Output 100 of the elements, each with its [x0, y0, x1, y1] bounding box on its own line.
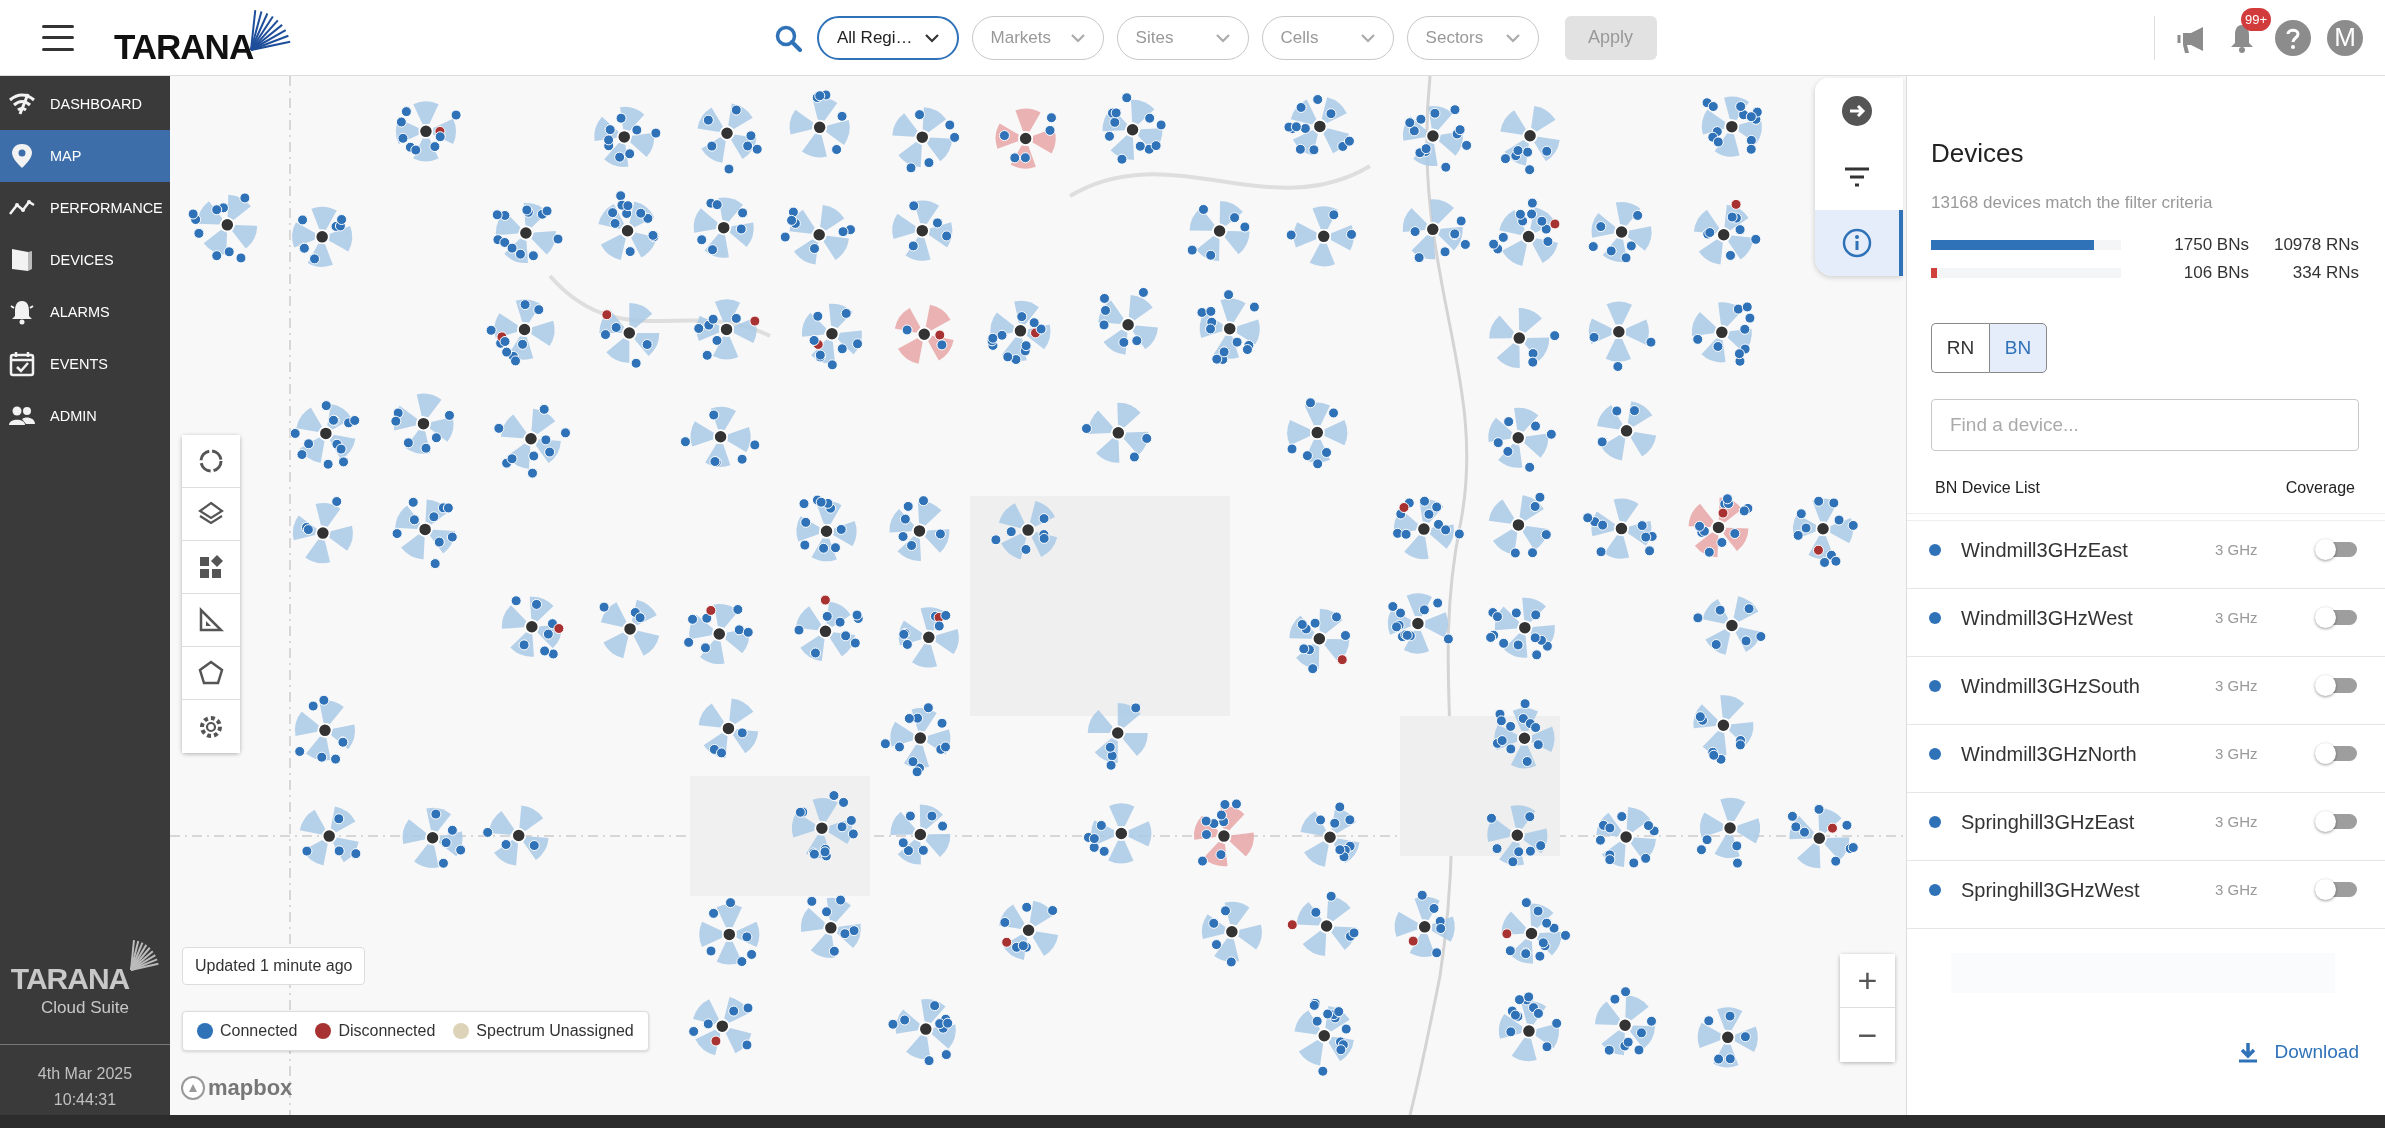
site-cluster[interactable]: [995, 108, 1057, 169]
panel-tab[interactable]: [1815, 210, 1903, 276]
site-cluster[interactable]: [1285, 206, 1357, 267]
site-cluster[interactable]: [1102, 92, 1167, 165]
circle-dashed-tool[interactable]: [182, 435, 240, 488]
site-cluster[interactable]: [1701, 96, 1763, 157]
site-cluster[interactable]: [1500, 106, 1560, 176]
site-cluster[interactable]: [599, 303, 660, 369]
device-name[interactable]: Windmill3GHzWest: [1961, 607, 2201, 630]
site-cluster[interactable]: [1488, 491, 1552, 559]
sidebar-item[interactable]: ADMIN: [0, 390, 170, 442]
coverage-toggle[interactable]: [2315, 879, 2357, 901]
site-cluster[interactable]: [1688, 493, 1754, 558]
site-cluster[interactable]: [1595, 986, 1657, 1056]
site-cluster[interactable]: [1488, 407, 1557, 473]
site-cluster[interactable]: [693, 197, 754, 258]
sidebar-item[interactable]: MAP: [0, 130, 170, 182]
site-cluster[interactable]: [693, 299, 761, 361]
sidebar-item[interactable]: DASHBOARD: [0, 78, 170, 130]
site-cluster[interactable]: [1387, 593, 1454, 654]
site-cluster[interactable]: [892, 107, 961, 174]
site-cluster[interactable]: [1193, 798, 1254, 867]
site-cluster[interactable]: [1587, 202, 1652, 264]
site-cluster[interactable]: [1286, 397, 1348, 470]
site-cluster[interactable]: [1697, 1007, 1758, 1068]
pentagon-tool[interactable]: [182, 647, 240, 700]
site-cluster[interactable]: [1485, 597, 1555, 661]
site-cluster[interactable]: [699, 897, 760, 968]
site-cluster[interactable]: [789, 89, 850, 158]
site-cluster[interactable]: [796, 494, 857, 562]
site-cluster[interactable]: [898, 607, 959, 668]
site-cluster[interactable]: [892, 200, 953, 261]
sidebar-item[interactable]: PERFORMANCE: [0, 182, 170, 234]
site-cluster[interactable]: [598, 190, 660, 261]
panel-tab[interactable]: [1815, 78, 1903, 144]
zoom-out-button[interactable]: −: [1840, 1008, 1895, 1062]
site-cluster[interactable]: [294, 694, 355, 765]
site-cluster[interactable]: [1582, 498, 1658, 559]
site-cluster[interactable]: [1691, 301, 1756, 367]
site-cluster[interactable]: [485, 299, 555, 367]
site-cluster[interactable]: [1594, 807, 1660, 869]
sidebar-item[interactable]: DEVICES: [0, 234, 170, 286]
site-cluster[interactable]: [683, 604, 754, 664]
site-cluster[interactable]: [1786, 803, 1859, 869]
site-cluster[interactable]: [1083, 803, 1152, 864]
site-cluster[interactable]: [1392, 495, 1465, 560]
site-cluster[interactable]: [395, 101, 462, 162]
site-cluster[interactable]: [1283, 94, 1355, 156]
coverage-toggle[interactable]: [2315, 743, 2357, 765]
site-cluster[interactable]: [894, 304, 954, 364]
menu-button[interactable]: [42, 24, 74, 51]
site-cluster[interactable]: [698, 698, 759, 759]
site-cluster[interactable]: [890, 804, 951, 865]
site-cluster[interactable]: [1486, 805, 1548, 868]
sidebar-item[interactable]: ALARMS: [0, 286, 170, 338]
download-button[interactable]: Download: [2236, 1041, 2359, 1063]
sidebar-item[interactable]: EVENTS: [0, 338, 170, 390]
site-cluster[interactable]: [986, 300, 1051, 366]
site-cluster[interactable]: [292, 206, 353, 267]
layers-tool[interactable]: [182, 488, 240, 541]
site-cluster[interactable]: [1081, 402, 1153, 463]
site-cluster[interactable]: [1286, 890, 1360, 956]
device-type-toggle[interactable]: RN: [1931, 323, 1989, 373]
site-cluster[interactable]: [1693, 198, 1762, 265]
coverage-toggle[interactable]: [2315, 811, 2357, 833]
filter-dropdown[interactable]: All Regi…: [817, 15, 959, 60]
coverage-toggle[interactable]: [2315, 675, 2357, 697]
site-cluster[interactable]: [482, 805, 549, 866]
site-cluster[interactable]: [1792, 495, 1859, 568]
site-cluster[interactable]: [1692, 596, 1767, 655]
site-cluster[interactable]: [501, 595, 565, 660]
site-cluster[interactable]: [779, 205, 856, 265]
device-name[interactable]: Springhill3GHzWest: [1961, 879, 2201, 902]
site-cluster[interactable]: [1087, 702, 1148, 771]
site-cluster[interactable]: [1186, 200, 1251, 261]
site-cluster[interactable]: [1201, 901, 1262, 968]
site-cluster[interactable]: [998, 900, 1059, 960]
site-cluster[interactable]: [990, 501, 1058, 560]
coverage-toggle[interactable]: [2315, 607, 2357, 629]
device-name[interactable]: Springhill3GHzEast: [1961, 811, 2201, 834]
site-cluster[interactable]: [889, 495, 950, 561]
zoom-in-button[interactable]: +: [1840, 954, 1895, 1008]
device-name[interactable]: Windmill3GHzNorth: [1961, 743, 2201, 766]
site-cluster[interactable]: [292, 496, 353, 564]
site-cluster[interactable]: [801, 303, 864, 371]
attribution-text[interactable]: mapbox: [208, 1075, 293, 1101]
device-name[interactable]: Windmill3GHzSouth: [1961, 675, 2201, 698]
device-name[interactable]: Windmill3GHzEast: [1961, 539, 2201, 562]
site-cluster[interactable]: [598, 599, 660, 659]
site-cluster[interactable]: [594, 106, 662, 167]
shapes-tool[interactable]: [182, 541, 240, 594]
site-cluster[interactable]: [1289, 608, 1351, 675]
site-cluster[interactable]: [1402, 199, 1471, 264]
site-cluster[interactable]: [1488, 197, 1561, 266]
search-field[interactable]: Find a device...: [1931, 399, 2359, 451]
site-cluster[interactable]: [688, 997, 754, 1056]
site-cluster[interactable]: [1098, 286, 1158, 355]
site-cluster[interactable]: [402, 807, 467, 869]
site-cluster[interactable]: [1501, 897, 1571, 964]
site-cluster[interactable]: [1394, 889, 1455, 959]
